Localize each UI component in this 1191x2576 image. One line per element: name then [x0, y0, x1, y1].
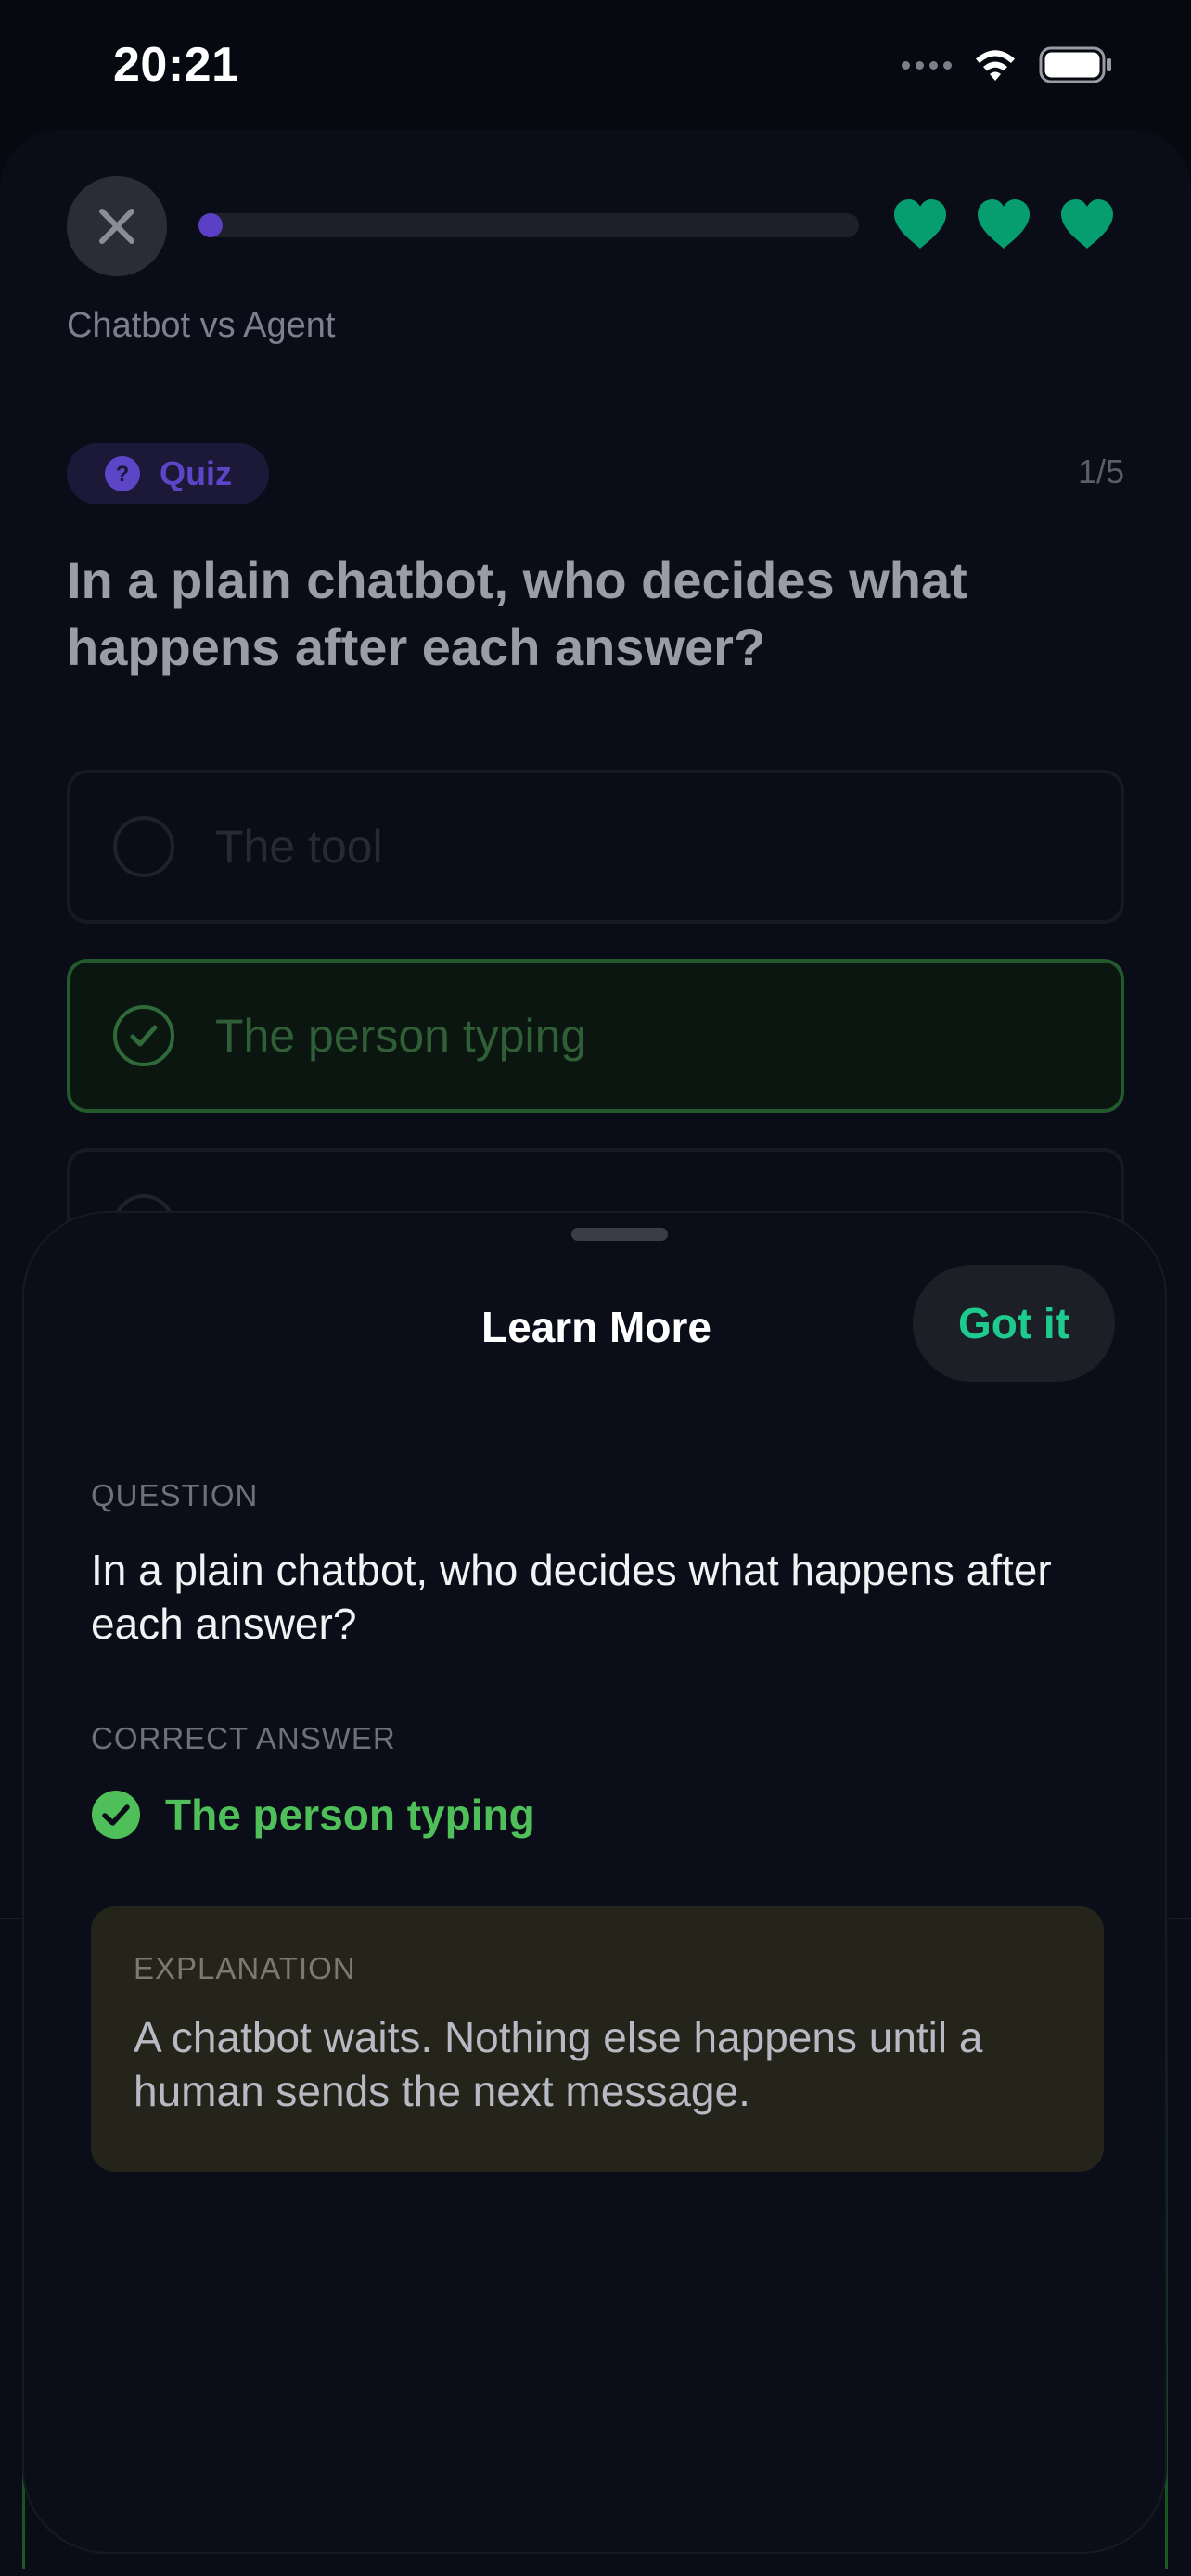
correct-answer-row: The person typing — [91, 1790, 535, 1840]
explanation-box: EXPLANATION A chatbot waits. Nothing els… — [91, 1906, 1104, 2172]
close-icon — [99, 209, 134, 244]
answer-option-label: The person typing — [215, 1010, 587, 1062]
question-counter: 1/5 — [1077, 453, 1124, 491]
lesson-progress-fill — [198, 213, 223, 237]
heart-icon — [894, 199, 946, 249]
question-circle-icon: ? — [105, 456, 140, 491]
status-icons — [902, 46, 1113, 83]
quiz-badge: ? Quiz — [67, 443, 269, 504]
close-button[interactable] — [67, 176, 167, 276]
lesson-title: Chatbot vs Agent — [67, 306, 336, 345]
sheet-question-text: In a plain chatbot, who decides what hap… — [91, 1546, 1052, 1648]
checkmark-circle-icon — [113, 1005, 174, 1066]
checkmark-icon — [130, 1025, 158, 1047]
answer-option-2[interactable]: The person typing — [67, 959, 1124, 1113]
question-section-label: QUESTION — [91, 1478, 259, 1512]
radio-icon — [113, 816, 174, 877]
wifi-icon — [976, 50, 1015, 81]
screen: 20:21 Chatbot vs Agent ? Quiz 1/5 In a p… — [0, 0, 1191, 2576]
checkmark-circle-icon — [92, 1791, 140, 1839]
quiz-badge-label: Quiz — [160, 454, 232, 492]
status-time: 20:21 — [113, 38, 239, 92]
correct-answer-text: The person typing — [165, 1791, 535, 1839]
svg-text:?: ? — [116, 462, 130, 487]
question-text: In a plain chatbot, who decides what hap… — [67, 551, 967, 676]
explanation-label: EXPLANATION — [134, 1951, 356, 1985]
heart-icon — [978, 199, 1030, 249]
learn-more-sheet: Learn More Got it QUESTION In a plain ch… — [22, 1211, 1167, 2554]
divider — [0, 1918, 22, 1919]
lesson-progress-bar — [198, 213, 859, 237]
sheet-grabber[interactable] — [571, 1228, 668, 1241]
answer-option-label: The tool — [215, 821, 383, 873]
hearts-lives — [892, 198, 1115, 250]
divider — [1169, 1918, 1191, 1919]
cellular-signal-icon — [902, 60, 952, 70]
explanation-text: A chatbot waits. Nothing else happens un… — [134, 2013, 983, 2115]
heart-icon — [1061, 199, 1113, 249]
answer-option-1[interactable]: The tool — [67, 770, 1124, 924]
correct-answer-section-label: CORRECT ANSWER — [91, 1721, 396, 1755]
got-it-button[interactable]: Got it — [913, 1265, 1115, 1382]
battery-icon — [1039, 46, 1111, 83]
